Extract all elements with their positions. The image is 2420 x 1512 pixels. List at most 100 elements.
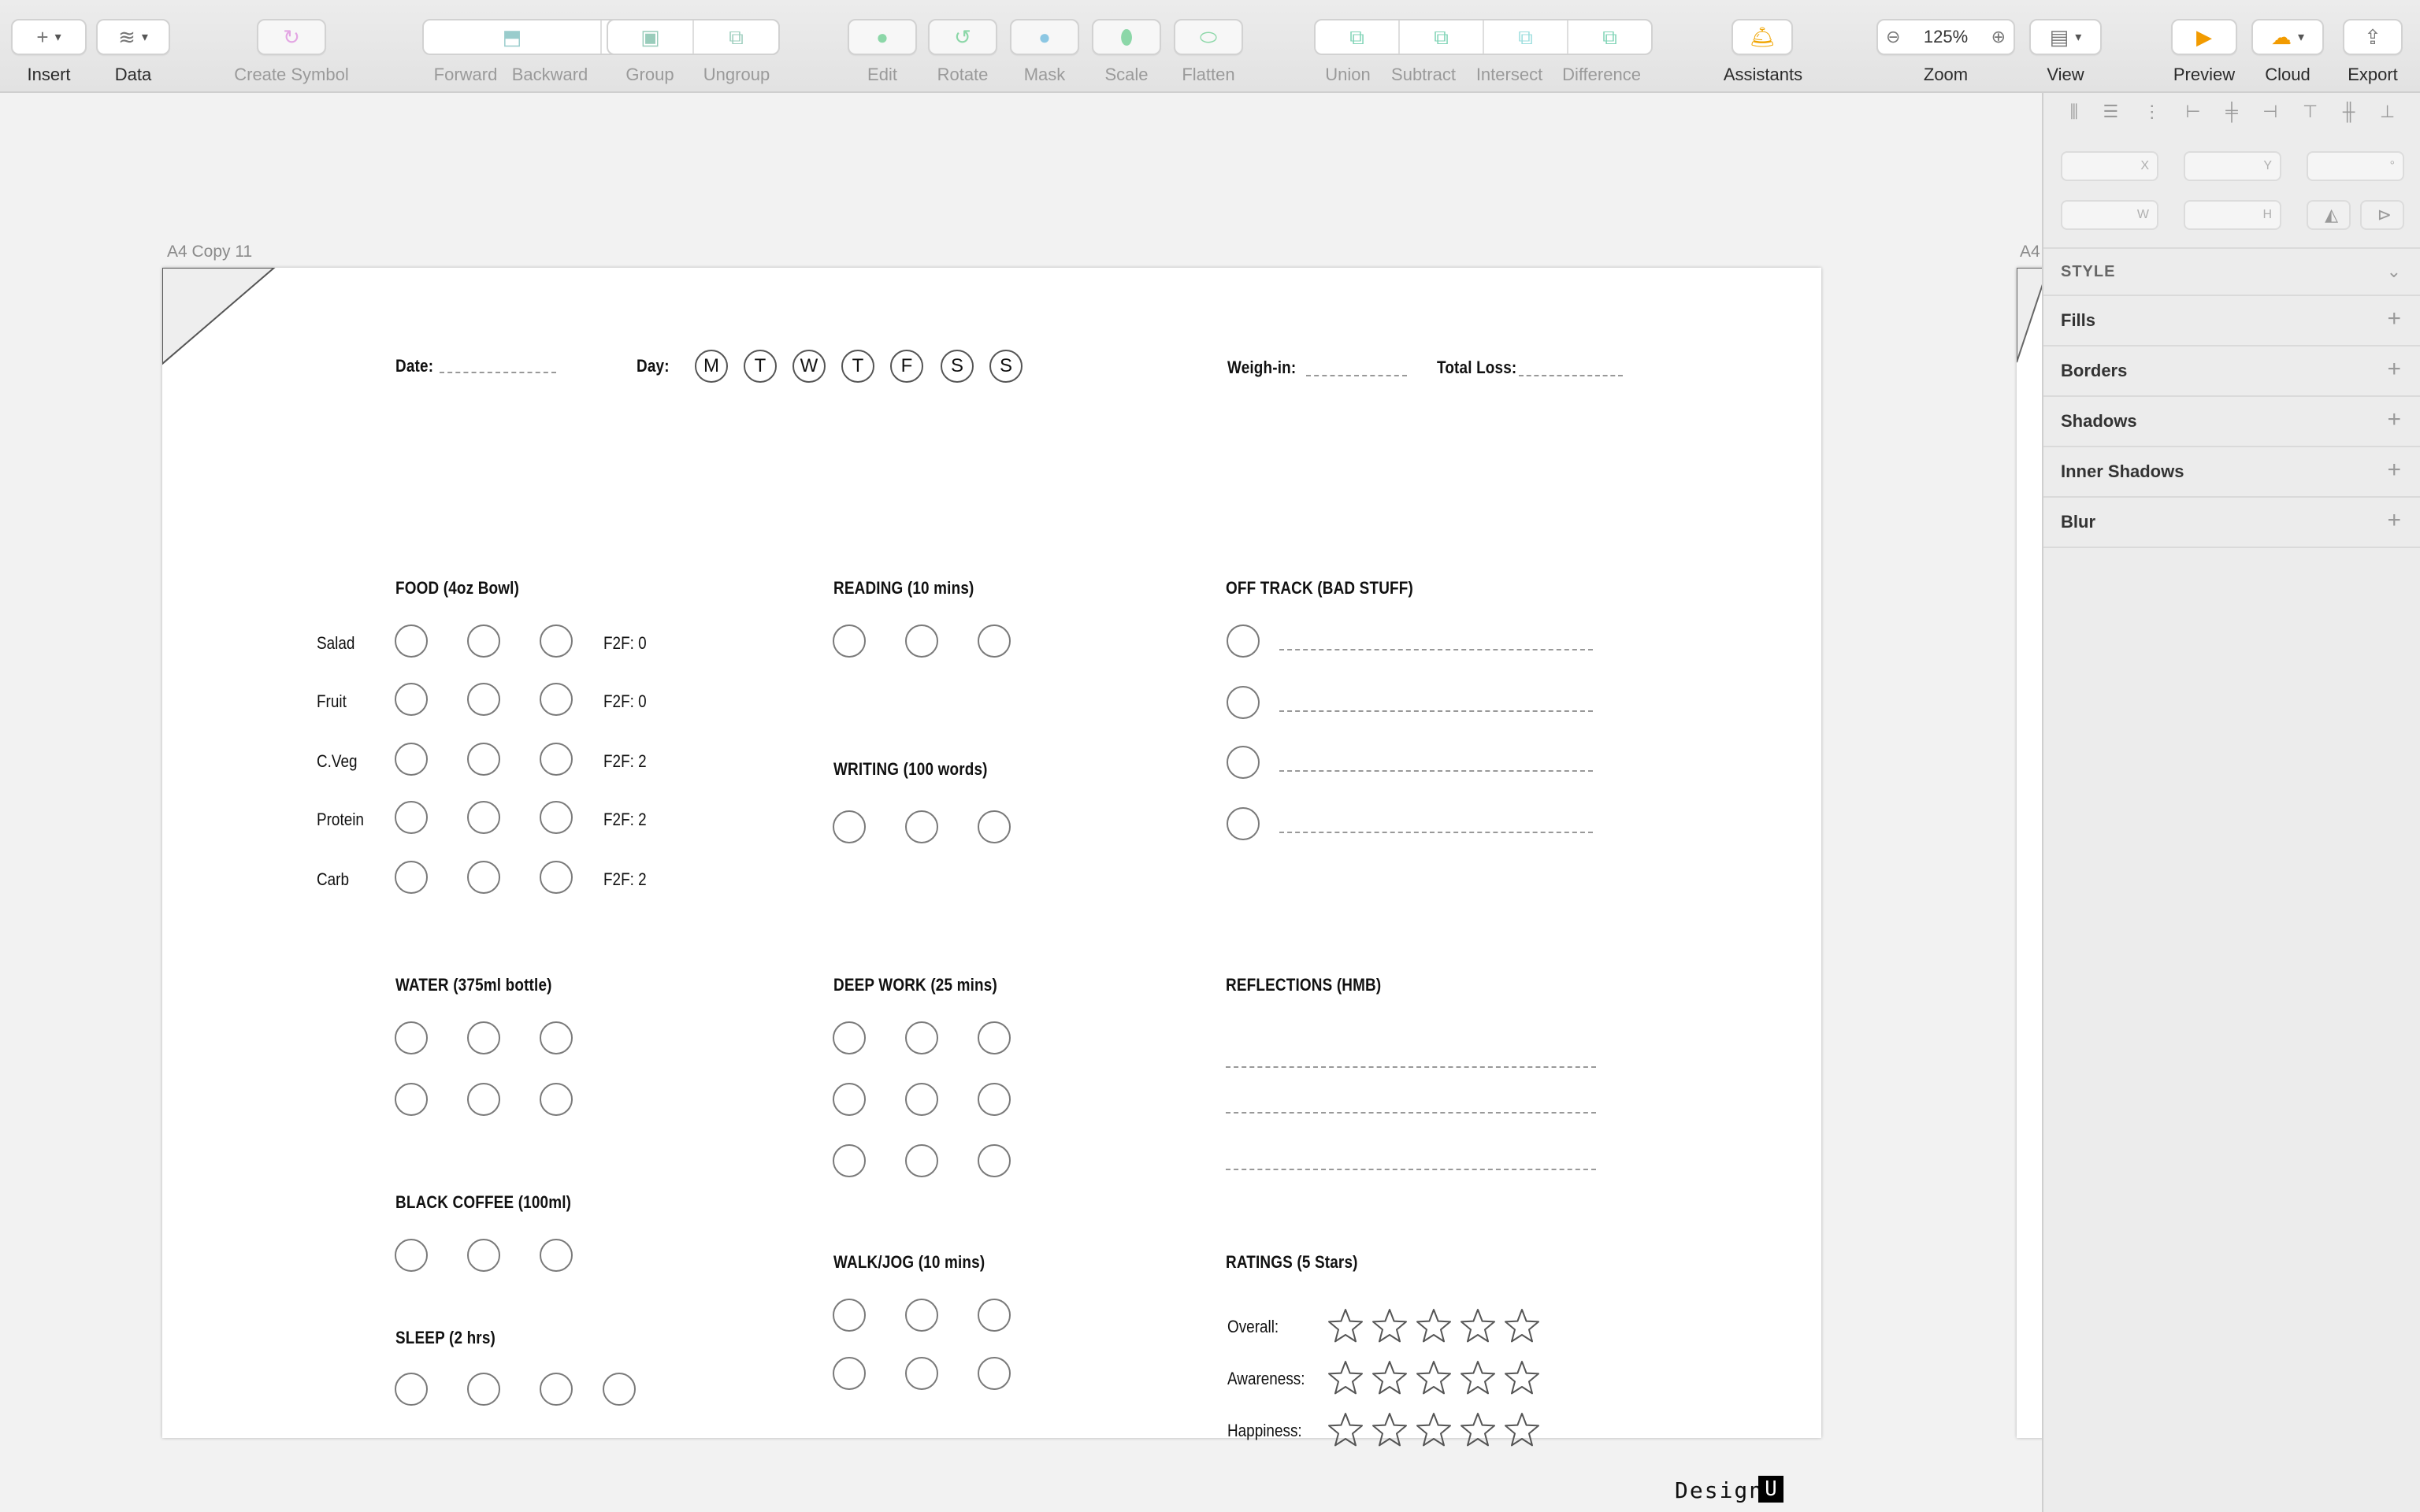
flip-horizontal-button[interactable]: ◭ xyxy=(2307,200,2351,230)
style-section[interactable]: STYLE ⌄ xyxy=(2043,247,2420,295)
food-checkbox-circle[interactable] xyxy=(467,743,500,776)
style-section-row[interactable]: Shadows + xyxy=(2043,395,2420,446)
walk-jog-checkbox-circle[interactable] xyxy=(978,1299,1011,1332)
star-icon[interactable] xyxy=(1327,1307,1364,1343)
deep-work-checkbox-circle[interactable] xyxy=(833,1021,866,1054)
plus-icon[interactable]: + xyxy=(2387,457,2401,484)
align-right-icon[interactable]: ⊣ xyxy=(2262,102,2277,122)
artboard-a4-copy-11[interactable]: Date: Day: MTWTFSS Weigh-in: Total Loss:… xyxy=(162,268,1821,1503)
star-icon[interactable] xyxy=(1459,1359,1497,1395)
create-symbol-tool[interactable]: ↻ Create Symbol xyxy=(221,0,362,93)
deep-work-checkbox-circle[interactable] xyxy=(833,1144,866,1177)
more-icon[interactable]: ⋮ xyxy=(2143,102,2161,122)
deep-work-checkbox-circle[interactable] xyxy=(905,1083,938,1116)
off-track-checkbox-circle[interactable] xyxy=(1227,624,1260,658)
water-checkbox-circle[interactable] xyxy=(467,1021,500,1054)
deep-work-checkbox-circle[interactable] xyxy=(905,1144,938,1177)
sleep-checkbox-circle[interactable] xyxy=(540,1373,573,1406)
star-icon[interactable] xyxy=(1459,1307,1497,1343)
sleep-checkbox-circle[interactable] xyxy=(603,1373,636,1406)
artboard-label[interactable]: A4 Copy 11 xyxy=(167,243,252,261)
style-section-row[interactable]: Borders + xyxy=(2043,345,2420,395)
distribute-vertical-icon[interactable]: ☰ xyxy=(2103,102,2118,122)
food-checkbox-circle[interactable] xyxy=(467,861,500,894)
deep-work-checkbox-circle[interactable] xyxy=(978,1144,1011,1177)
day-option[interactable]: W xyxy=(792,350,826,383)
star-icon[interactable] xyxy=(1371,1307,1409,1343)
food-checkbox-circle[interactable] xyxy=(467,801,500,834)
reading-checkbox-circle[interactable] xyxy=(978,624,1011,658)
day-option[interactable]: S xyxy=(989,350,1023,383)
day-option[interactable]: S xyxy=(941,350,974,383)
black-coffee-checkbox-circle[interactable] xyxy=(395,1239,428,1272)
align-bottom-icon[interactable]: ⊥ xyxy=(2380,102,2395,122)
writing-checkbox-circle[interactable] xyxy=(978,810,1011,843)
reading-checkbox-circle[interactable] xyxy=(833,624,866,658)
plus-icon[interactable]: + xyxy=(2387,356,2401,383)
food-checkbox-circle[interactable] xyxy=(540,683,573,716)
star-icon[interactable] xyxy=(1459,1411,1497,1447)
writing-checkbox-circle[interactable] xyxy=(905,810,938,843)
flip-vertical-button[interactable]: ⊳ xyxy=(2360,200,2404,230)
artboard-2[interactable] xyxy=(2017,268,2042,1438)
day-option[interactable]: M xyxy=(695,350,728,383)
food-checkbox-circle[interactable] xyxy=(395,861,428,894)
star-icon[interactable] xyxy=(1503,1307,1541,1343)
export-tool[interactable]: ⇪ Export xyxy=(2336,0,2409,93)
width-field[interactable]: W xyxy=(2061,200,2158,230)
align-top-icon[interactable]: ⊤ xyxy=(2303,102,2318,122)
walk-jog-checkbox-circle[interactable] xyxy=(833,1357,866,1390)
zoom-out-icon[interactable]: ⊖ xyxy=(1886,28,1900,46)
off-track-checkbox-circle[interactable] xyxy=(1227,686,1260,719)
star-icon[interactable] xyxy=(1415,1307,1453,1343)
assistants-tool[interactable]: 🛎 Assistants xyxy=(1719,0,1807,93)
water-checkbox-circle[interactable] xyxy=(395,1021,428,1054)
align-center-icon[interactable]: ╪ xyxy=(2225,102,2238,122)
food-checkbox-circle[interactable] xyxy=(467,683,500,716)
preview-tool[interactable]: ▶ Preview xyxy=(2168,0,2240,93)
day-option[interactable]: T xyxy=(841,350,874,383)
star-icon[interactable] xyxy=(1371,1411,1409,1447)
food-checkbox-circle[interactable] xyxy=(395,801,428,834)
food-checkbox-circle[interactable] xyxy=(395,743,428,776)
view-tool[interactable]: ▤ ▾ View xyxy=(2029,0,2102,93)
zoom-in-icon[interactable]: ⊕ xyxy=(1991,28,2006,46)
align-middle-icon[interactable]: ╫ xyxy=(2343,102,2355,122)
off-track-checkbox-circle[interactable] xyxy=(1227,746,1260,779)
sleep-checkbox-circle[interactable] xyxy=(467,1373,500,1406)
writing-checkbox-circle[interactable] xyxy=(833,810,866,843)
food-checkbox-circle[interactable] xyxy=(395,683,428,716)
star-icon[interactable] xyxy=(1503,1411,1541,1447)
flatten-tool[interactable]: ⬭ Flatten xyxy=(1174,0,1243,93)
walk-jog-checkbox-circle[interactable] xyxy=(978,1357,1011,1390)
walk-jog-checkbox-circle[interactable] xyxy=(833,1299,866,1332)
cloud-tool[interactable]: ☁ ▾ Cloud xyxy=(2251,0,2324,93)
walk-jog-checkbox-circle[interactable] xyxy=(905,1357,938,1390)
off-track-checkbox-circle[interactable] xyxy=(1227,807,1260,840)
mask-tool[interactable]: ● Mask xyxy=(1010,0,1079,93)
black-coffee-checkbox-circle[interactable] xyxy=(467,1239,500,1272)
water-checkbox-circle[interactable] xyxy=(467,1083,500,1116)
plus-icon[interactable]: + xyxy=(2387,306,2401,332)
deep-work-checkbox-circle[interactable] xyxy=(978,1083,1011,1116)
sleep-checkbox-circle[interactable] xyxy=(395,1373,428,1406)
align-left-icon[interactable]: ⊢ xyxy=(2185,102,2200,122)
artboard2-label[interactable]: A4 xyxy=(2020,243,2040,261)
food-checkbox-circle[interactable] xyxy=(540,861,573,894)
style-section-row[interactable]: Inner Shadows + xyxy=(2043,446,2420,496)
star-icon[interactable] xyxy=(1327,1359,1364,1395)
water-checkbox-circle[interactable] xyxy=(395,1083,428,1116)
star-icon[interactable] xyxy=(1371,1359,1409,1395)
food-checkbox-circle[interactable] xyxy=(540,624,573,658)
food-checkbox-circle[interactable] xyxy=(467,624,500,658)
star-icon[interactable] xyxy=(1327,1411,1364,1447)
deep-work-checkbox-circle[interactable] xyxy=(833,1083,866,1116)
deep-work-checkbox-circle[interactable] xyxy=(905,1021,938,1054)
rotation-field[interactable]: ° xyxy=(2307,151,2404,181)
insert-tool[interactable]: + ▾ Insert xyxy=(11,0,87,93)
deep-work-checkbox-circle[interactable] xyxy=(978,1021,1011,1054)
plus-icon[interactable]: + xyxy=(2387,507,2401,534)
star-icon[interactable] xyxy=(1415,1411,1453,1447)
x-field[interactable]: X xyxy=(2061,151,2158,181)
black-coffee-checkbox-circle[interactable] xyxy=(540,1239,573,1272)
